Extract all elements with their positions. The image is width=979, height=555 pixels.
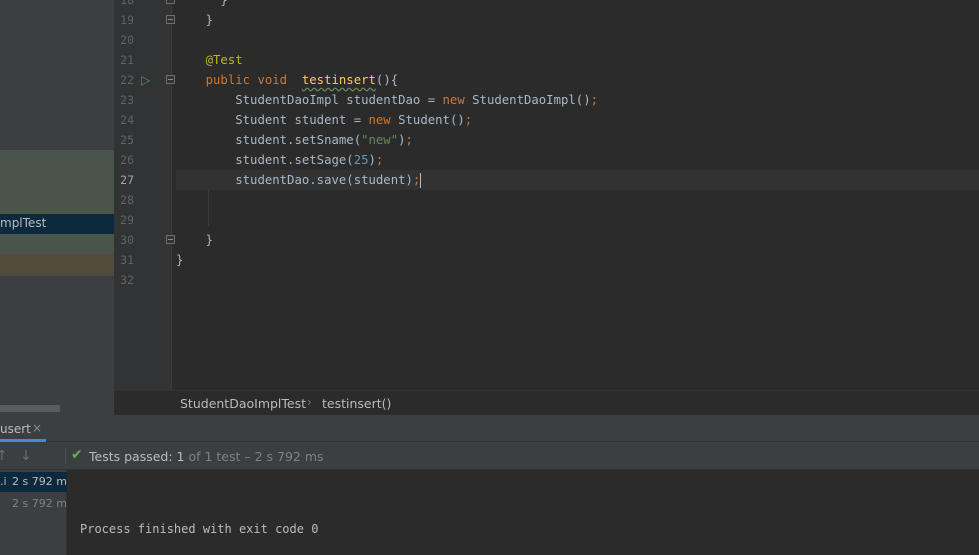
- tree-highlight-green: [0, 150, 114, 214]
- test-status: Tests passed: 1 of 1 test – 2 s 792 ms: [89, 449, 324, 464]
- test-result-time: 2 s 792 ms: [12, 475, 73, 488]
- run-test-icon[interactable]: ▷: [141, 73, 150, 87]
- text-caret: [420, 173, 422, 188]
- tree-highlight-brown: [0, 254, 114, 276]
- code-line-26[interactable]: student.setSage(25);: [176, 150, 979, 170]
- test-result-name[interactable]: .i: [0, 475, 7, 488]
- line-number: 24: [120, 113, 134, 127]
- fold-separator: [171, 0, 172, 390]
- indent-guide: [208, 190, 209, 226]
- console-output[interactable]: Process finished with exit code 0: [67, 470, 979, 555]
- breadcrumb-class[interactable]: StudentDaoImplTest: [180, 396, 306, 411]
- fold-marker-icon[interactable]: [166, 0, 175, 4]
- line-number-current: 27: [120, 173, 134, 187]
- test-result-time: 2 s 792 ms: [12, 497, 73, 510]
- line-number: 25: [120, 133, 134, 147]
- line-number: 28: [120, 193, 134, 207]
- chevron-right-icon: ›: [307, 395, 312, 409]
- code-line-30[interactable]: }: [176, 230, 979, 250]
- toolbar-divider: [65, 448, 66, 464]
- check-icon: ✔: [71, 447, 83, 463]
- line-number: 30: [120, 233, 134, 247]
- code-line-21[interactable]: @Test: [176, 50, 979, 70]
- line-number: 31: [120, 253, 134, 267]
- fold-marker-icon[interactable]: [166, 15, 175, 24]
- line-number: 21: [120, 53, 134, 67]
- tree-highlight-green-2: [0, 234, 114, 254]
- test-results-tree[interactable]: .i 2 s 792 ms 2 s 792 ms: [0, 470, 73, 555]
- code-line-25[interactable]: student.setSname("new");: [176, 130, 979, 150]
- method-name: testinsert: [301, 73, 376, 87]
- line-number: 26: [120, 153, 134, 167]
- code-line-23[interactable]: StudentDaoImpl studentDao = new StudentD…: [176, 90, 979, 110]
- line-number: 19: [120, 13, 134, 27]
- tree-horizontal-scrollbar[interactable]: [0, 405, 60, 412]
- fold-marker-icon[interactable]: [166, 235, 175, 244]
- code-line-31[interactable]: }: [176, 250, 979, 270]
- run-tab[interactable]: usert ×: [0, 415, 48, 442]
- run-tool-window-header: [0, 415, 979, 442]
- project-tree[interactable]: mplTest: [0, 0, 114, 415]
- editor-gutter: 18 19 20 21 22 23 24 25 26 27 28 29 30 3…: [114, 0, 171, 390]
- close-icon[interactable]: ×: [32, 421, 42, 435]
- tree-selected-label[interactable]: mplTest: [0, 216, 46, 230]
- fold-marker-icon[interactable]: [166, 75, 175, 84]
- breadcrumb-method[interactable]: testinsert(): [322, 396, 391, 411]
- code-line-19[interactable]: }: [176, 10, 979, 30]
- line-number: 23: [120, 93, 134, 107]
- code-line-18[interactable]: }: [176, 0, 979, 10]
- line-number: 22: [120, 73, 134, 87]
- code-line-27-current[interactable]: studentDao.save(student);: [176, 170, 979, 190]
- arrow-up-icon[interactable]: ↑: [0, 448, 8, 464]
- console-text: Process finished with exit code 0: [80, 522, 319, 536]
- arrow-down-icon[interactable]: ↓: [20, 448, 32, 464]
- line-number: 32: [120, 273, 134, 287]
- annotation: @Test: [205, 53, 243, 67]
- line-number: 20: [120, 33, 134, 47]
- run-tab-label[interactable]: usert: [0, 422, 31, 436]
- line-number: 29: [120, 213, 134, 227]
- run-toolbar: ↑ ↓ ✔ Tests passed: 1 of 1 test – 2 s 79…: [0, 442, 979, 470]
- line-number: 18: [120, 0, 134, 7]
- breadcrumb: StudentDaoImplTest › testinsert(): [114, 390, 979, 415]
- code-line-24[interactable]: Student student = new Student();: [176, 110, 979, 130]
- code-line-22[interactable]: public void testinsert(){: [176, 70, 979, 90]
- code-editor[interactable]: 18 19 20 21 22 23 24 25 26 27 28 29 30 3…: [114, 0, 979, 390]
